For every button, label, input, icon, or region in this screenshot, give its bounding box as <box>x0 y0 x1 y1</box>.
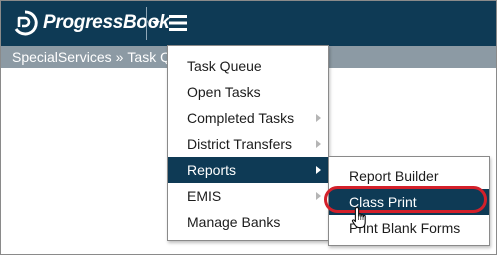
menu-item-label: District Transfers <box>187 136 293 152</box>
menu-item-emis[interactable]: EMIS <box>168 183 328 209</box>
menu-item-completed-tasks[interactable]: Completed Tasks <box>168 105 328 131</box>
top-navigation-bar: ProgressBook <box>1 1 496 46</box>
menu-item-label: EMIS <box>187 188 222 204</box>
submenu-item-report-builder[interactable]: Report Builder <box>329 163 489 189</box>
main-dropdown-menu: Task Queue Open Tasks Completed Tasks Di… <box>167 45 329 241</box>
menu-item-manage-banks[interactable]: Manage Banks <box>168 209 328 235</box>
progressbook-logo-icon <box>14 10 38 36</box>
menu-item-district-transfers[interactable]: District Transfers <box>168 131 328 157</box>
menu-item-task-queue[interactable]: Task Queue <box>168 53 328 79</box>
menu-item-reports[interactable]: Reports <box>168 157 328 183</box>
app-window: ProgressBook SpecialServices» Task Qu Tas… <box>0 0 497 255</box>
hamburger-menu-icon[interactable] <box>167 12 189 34</box>
submenu-arrow-icon <box>316 140 321 148</box>
breadcrumb-separator: » <box>115 49 124 65</box>
menu-item-label: Reports <box>187 162 237 178</box>
submenu-arrow-icon <box>316 192 321 200</box>
breadcrumb-link-specialservices[interactable]: SpecialServices <box>12 49 112 65</box>
submenu-arrow-icon <box>316 166 321 174</box>
reports-submenu: Report Builder Class Print Print Blank F… <box>328 156 490 246</box>
submenu-item-label: Report Builder <box>349 168 439 184</box>
menu-item-label: Completed Tasks <box>187 110 295 126</box>
breadcrumb: SpecialServices» Task Qu <box>12 49 179 65</box>
menu-item-label: Open Tasks <box>187 84 261 100</box>
topbar-divider <box>146 7 147 40</box>
menu-item-label: Manage Banks <box>187 214 281 230</box>
hand-pointer-cursor-icon <box>351 206 366 229</box>
caret-down-icon[interactable] <box>150 17 162 29</box>
submenu-arrow-icon <box>316 114 321 122</box>
menu-item-open-tasks[interactable]: Open Tasks <box>168 79 328 105</box>
menu-item-label: Task Queue <box>187 58 262 74</box>
